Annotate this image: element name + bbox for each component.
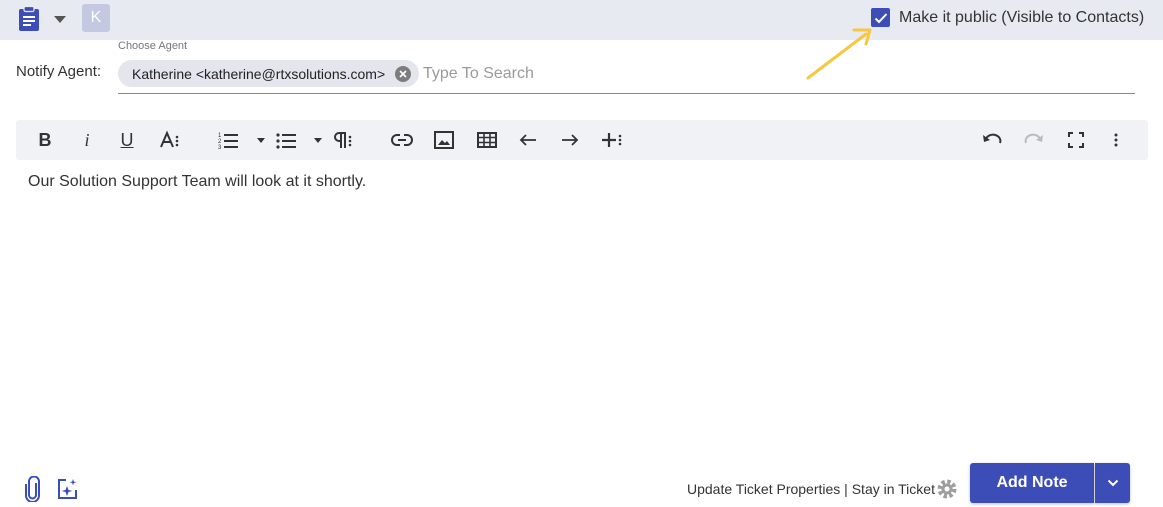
- ordered-list-button[interactable]: 1 2 3: [216, 128, 240, 152]
- ordered-list-icon: 1 2 3: [218, 133, 238, 150]
- unordered-list-button[interactable]: [274, 128, 298, 152]
- unordered-list-dropdown[interactable]: [311, 128, 325, 152]
- more-options-icon: [1114, 133, 1118, 147]
- chevron-down-icon: [1107, 479, 1118, 487]
- choose-agent-label: Choose Agent: [118, 40, 188, 52]
- bold-icon: B: [38, 129, 52, 150]
- make-public-label[interactable]: Make it public (Visible to Contacts): [899, 9, 1144, 27]
- remove-chip-icon[interactable]: [395, 65, 412, 82]
- agent-search-input[interactable]: [423, 61, 1103, 87]
- caret-down-icon: [314, 138, 322, 143]
- link-icon: [391, 134, 413, 146]
- unordered-list-icon: [276, 133, 296, 149]
- add-note-button[interactable]: Add Note: [970, 463, 1094, 503]
- more-options-button[interactable]: [1106, 128, 1126, 152]
- paragraph-format-button[interactable]: [332, 128, 356, 152]
- agent-chip-label: Katherine <katherine@rtxsolutions.com>: [132, 65, 386, 82]
- paperclip-icon[interactable]: [24, 475, 42, 503]
- undo-button[interactable]: [980, 128, 1004, 152]
- redo-button[interactable]: [1022, 128, 1046, 152]
- insert-link-button[interactable]: [390, 128, 414, 152]
- fullscreen-icon: [1068, 132, 1084, 148]
- font-size-button[interactable]: [158, 128, 182, 152]
- insert-more-button[interactable]: [600, 128, 624, 152]
- underline-icon: U: [120, 129, 134, 150]
- update-ticket-properties-link[interactable]: Update Ticket Properties | Stay in Ticke…: [687, 481, 935, 497]
- agent-select-field[interactable]: Katherine <katherine@rtxsolutions.com>: [118, 58, 1135, 94]
- insert-more-icon: [602, 133, 622, 147]
- insert-table-button[interactable]: [475, 128, 499, 152]
- font-size-icon: [160, 130, 179, 148]
- gear-icon[interactable]: [936, 478, 958, 500]
- editor-content[interactable]: Our Solution Support Team will look at i…: [28, 173, 366, 191]
- avatar[interactable]: K: [82, 4, 110, 32]
- paragraph-format-icon: [334, 132, 352, 148]
- arrow-left-icon: [519, 134, 536, 146]
- add-note-options-button[interactable]: [1095, 463, 1130, 503]
- arrow-left-button[interactable]: [516, 128, 540, 152]
- ai-sparkle-icon[interactable]: [56, 478, 78, 500]
- note-header-bar: K Make it public (Visible to Contacts): [0, 0, 1163, 40]
- notify-agent-label: Notify Agent:: [16, 63, 102, 80]
- italic-button[interactable]: i: [76, 128, 98, 152]
- fullscreen-button[interactable]: [1064, 128, 1088, 152]
- editor-toolbar: B i U 1 2 3: [16, 120, 1148, 160]
- clipboard-note-icon[interactable]: [17, 5, 41, 32]
- chevron-down-icon[interactable]: [52, 12, 68, 24]
- arrow-right-button[interactable]: [558, 128, 582, 152]
- ordered-list-dropdown[interactable]: [254, 128, 268, 152]
- image-icon: [434, 131, 454, 149]
- caret-down-icon: [257, 138, 265, 143]
- insert-image-button[interactable]: [432, 128, 456, 152]
- arrow-right-icon: [562, 134, 579, 146]
- italic-icon: i: [84, 129, 90, 150]
- bold-button[interactable]: B: [34, 128, 56, 152]
- underline-button[interactable]: U: [116, 128, 138, 152]
- undo-icon: [983, 133, 1002, 144]
- svg-text:3: 3: [218, 145, 222, 150]
- table-icon: [477, 132, 497, 148]
- agent-chip: Katherine <katherine@rtxsolutions.com>: [118, 60, 420, 87]
- redo-icon: [1024, 133, 1043, 144]
